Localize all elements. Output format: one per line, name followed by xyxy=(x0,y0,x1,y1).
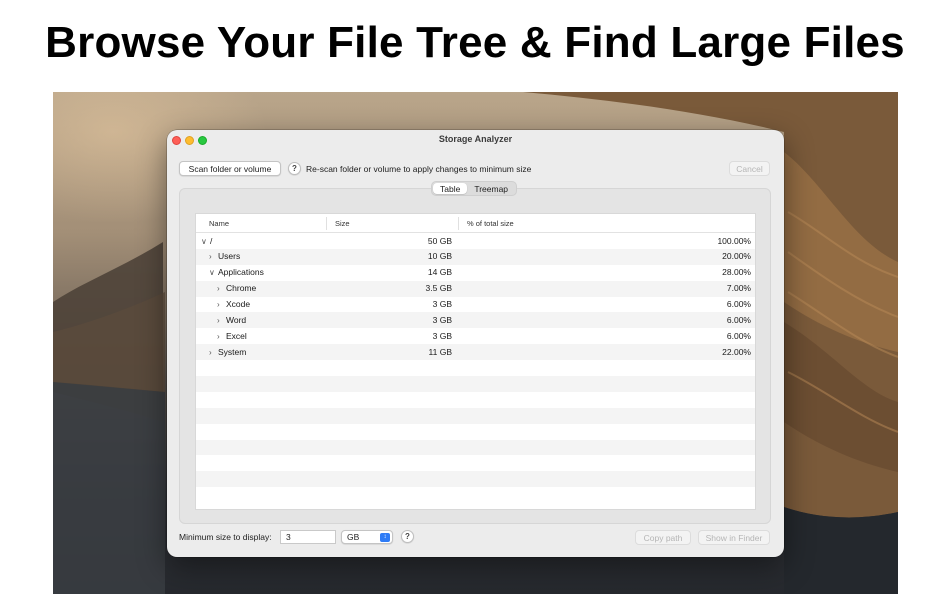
empty-row xyxy=(196,392,755,408)
scan-folder-button[interactable]: Scan folder or volume xyxy=(179,161,281,176)
table-row[interactable]: › Word 3 GB 6.00% xyxy=(196,312,755,329)
empty-row xyxy=(196,424,755,440)
table-rows: ∨/50 GB 100.00% › Users 10 GB 20.00% ∨ Applicat… xyxy=(196,233,755,503)
column-divider[interactable] xyxy=(458,217,459,230)
min-size-input[interactable]: 3 xyxy=(280,530,336,544)
view-segmented-control: Table Treemap xyxy=(431,181,518,196)
row-name: Word xyxy=(226,314,247,325)
row-size: 3 GB xyxy=(432,330,452,341)
table-row[interactable]: › System 11 GB 22.00% xyxy=(196,344,755,361)
row-percent: 20.00% xyxy=(722,251,751,262)
chevron-right-icon[interactable]: › xyxy=(217,284,226,293)
row-name: Excel xyxy=(226,330,247,341)
tab-table[interactable]: Table xyxy=(433,183,468,194)
row-size: 14 GB xyxy=(427,267,452,278)
storage-analyzer-window: Storage Analyzer Scan folder or volume ?… xyxy=(167,130,784,557)
chevron-down-icon[interactable]: ∨ xyxy=(209,268,218,277)
row-name-cell: › Xcode xyxy=(217,299,250,309)
headline: Browse Your File Tree & Find Large Files xyxy=(45,18,905,67)
row-name-cell: › Users xyxy=(209,251,240,261)
chevron-right-icon[interactable]: › xyxy=(217,332,226,341)
row-name: Xcode xyxy=(226,299,251,310)
row-name: Chrome xyxy=(226,283,257,294)
row-size: 11 GB xyxy=(428,346,452,357)
row-name: / xyxy=(210,235,213,246)
row-percent: 7.00% xyxy=(726,283,751,294)
row-percent: 6.00% xyxy=(726,299,751,310)
empty-row xyxy=(196,487,755,503)
row-percent: 6.00% xyxy=(726,314,751,325)
empty-row xyxy=(196,471,755,488)
row-percent: 22.00% xyxy=(722,346,751,357)
empty-row xyxy=(196,439,755,456)
row-name: Applications xyxy=(218,267,264,278)
empty-row xyxy=(196,360,755,376)
cancel-button[interactable]: Cancel xyxy=(729,161,770,176)
row-size: 3 GB xyxy=(432,314,452,325)
column-header-percent[interactable]: % of total size xyxy=(467,219,514,228)
row-size: 10 GB xyxy=(427,251,452,262)
tab-treemap[interactable]: Treemap xyxy=(467,183,515,194)
chevron-right-icon[interactable]: › xyxy=(217,316,226,325)
column-header-size[interactable]: Size xyxy=(335,219,350,228)
row-percent: 28.00% xyxy=(722,267,751,278)
table-row[interactable]: › Chrome 3.5 GB 7.00% xyxy=(196,280,755,297)
row-size: 3.5 GB xyxy=(425,283,452,294)
row-percent: 6.00% xyxy=(726,330,751,341)
title-bar[interactable]: Storage Analyzer xyxy=(167,130,784,150)
empty-row xyxy=(196,376,755,392)
unit-select-value: GB xyxy=(347,532,360,542)
row-name: System xyxy=(218,346,247,357)
chevron-down-icon[interactable]: ∨ xyxy=(201,237,210,246)
table-row[interactable]: › Users 10 GB 20.00% xyxy=(196,248,755,265)
table-row[interactable]: ∨/ 50 GB 100.00% xyxy=(196,233,755,249)
rescan-hint: Re-scan folder or volume to apply change… xyxy=(306,164,532,174)
updown-arrows-icon: ↕ xyxy=(380,533,390,542)
window-title: Storage Analyzer xyxy=(438,134,513,144)
scan-help-button[interactable]: ? xyxy=(288,162,301,175)
table-row[interactable]: ∨ Applications 14 GB 28.00% xyxy=(196,265,755,281)
row-name-cell: › Excel xyxy=(217,331,247,341)
column-divider[interactable] xyxy=(326,217,327,230)
row-size: 50 GB xyxy=(427,235,452,246)
table-row[interactable]: › Xcode 3 GB 6.00% xyxy=(196,297,755,313)
min-size-help-button[interactable]: ? xyxy=(401,530,414,543)
row-percent: 100.00% xyxy=(717,235,751,246)
row-size: 3 GB xyxy=(432,299,452,310)
unit-select[interactable]: GB ↕ xyxy=(341,530,393,544)
row-name: Users xyxy=(218,251,241,262)
row-name-cell: › Chrome xyxy=(217,283,256,293)
row-name-cell: › System xyxy=(209,347,246,357)
show-in-finder-button[interactable]: Show in Finder xyxy=(698,530,770,545)
file-tree-table: Name Size % of total size ∨/50 GB 100.00%… xyxy=(195,213,756,510)
empty-row xyxy=(196,407,755,424)
row-name-cell: ∨ / xyxy=(201,236,212,246)
copy-path-button[interactable]: Copy path xyxy=(635,530,691,545)
row-name-cell: › Word xyxy=(217,315,246,325)
min-size-label: Minimum size to display: xyxy=(179,532,272,542)
empty-row xyxy=(196,455,755,471)
column-header-name[interactable]: Name xyxy=(209,219,229,228)
table-header: Name Size % of total size xyxy=(196,214,755,233)
chevron-right-icon[interactable]: › xyxy=(209,348,218,357)
chevron-right-icon[interactable]: › xyxy=(209,252,218,261)
chevron-right-icon[interactable]: › xyxy=(217,300,226,309)
row-name-cell: ∨ Applications xyxy=(209,267,264,277)
table-row[interactable]: › Excel 3 GB 6.00% xyxy=(196,328,755,344)
